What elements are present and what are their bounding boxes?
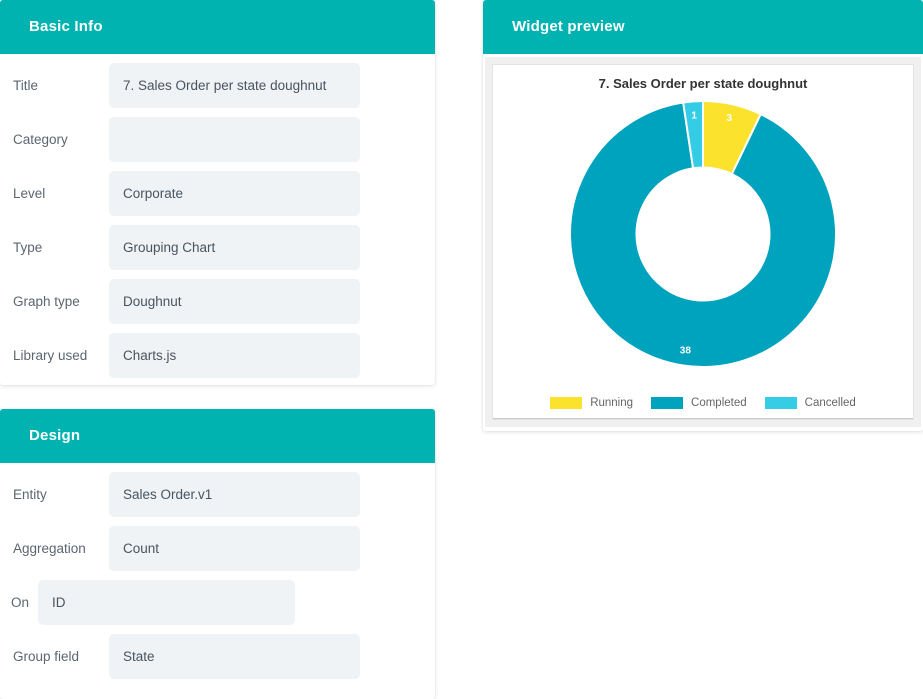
field-label-on: On	[11, 594, 30, 610]
category-input[interactable]	[109, 116, 360, 162]
field-label-entity: Entity	[13, 486, 47, 502]
legend-label: Completed	[691, 397, 747, 409]
field-row-title: Title 7. Sales Order per state doughnut	[0, 58, 435, 112]
legend-item-running[interactable]: Running	[550, 397, 633, 409]
library-used-input[interactable]: Charts.js	[109, 332, 360, 378]
legend-label: Running	[590, 397, 634, 409]
slice-value-label: 1	[691, 111, 697, 122]
graph-type-input[interactable]: Doughnut	[109, 278, 360, 324]
aggregation-input[interactable]: Count	[109, 525, 360, 571]
design-header: Design	[0, 409, 435, 463]
field-row-entity: Entity Sales Order.v1	[0, 467, 435, 521]
basic-info-panel: Basic Info Title 7. Sales Order per stat…	[0, 0, 435, 385]
level-input[interactable]: Corporate	[109, 170, 360, 216]
field-label-library-used: Library used	[13, 347, 88, 363]
field-label-level: Level	[13, 185, 46, 201]
type-input[interactable]: Grouping Chart	[109, 224, 360, 270]
field-label-category: Category	[13, 131, 68, 147]
slice-value-label: 3	[727, 113, 733, 124]
field-row-on: On ID	[0, 575, 435, 629]
group-field-input[interactable]: State	[109, 633, 360, 679]
field-row-aggregation: Aggregation Count	[0, 521, 435, 575]
field-row-group-field: Group field State	[0, 629, 435, 683]
chart-title: 7. Sales Order per state doughnut	[598, 76, 808, 91]
doughnut-svg: 3 38 1	[569, 99, 837, 367]
field-row-type: Type Grouping Chart	[0, 220, 435, 274]
field-label-graph-type: Graph type	[13, 293, 80, 309]
chart-plot-area: 3 38 1	[493, 97, 913, 367]
chart-legend: Running Completed Cancelled	[493, 397, 913, 409]
title-input[interactable]: 7. Sales Order per state doughnut	[109, 62, 360, 108]
field-row-category: Category	[0, 112, 435, 166]
widget-preview-panel: Widget preview 7. Sales Order per state …	[483, 0, 923, 431]
preview-frame: 7. Sales Order per state doughnut 3 38 1 R…	[485, 57, 921, 427]
basic-info-body: Title 7. Sales Order per state doughnut …	[0, 54, 435, 382]
field-label-aggregation: Aggregation	[13, 540, 86, 556]
legend-swatch-icon	[651, 397, 684, 409]
design-panel: Design Entity Sales Order.v1 Aggregation…	[0, 409, 435, 699]
field-row-level: Level Corporate	[0, 166, 435, 220]
legend-label: Cancelled	[804, 397, 856, 409]
doughnut-chart[interactable]: 7. Sales Order per state doughnut 3 38 1 R…	[492, 64, 914, 420]
field-label-title: Title	[13, 77, 39, 93]
widget-preview-header: Widget preview	[483, 0, 923, 54]
field-row-library-used: Library used Charts.js	[0, 328, 435, 382]
basic-info-header: Basic Info	[0, 0, 435, 54]
legend-item-completed[interactable]: Completed	[651, 397, 747, 409]
entity-input[interactable]: Sales Order.v1	[109, 471, 360, 517]
legend-swatch-icon	[764, 397, 797, 409]
field-row-graph-type: Graph type Doughnut	[0, 274, 435, 328]
legend-swatch-icon	[550, 397, 583, 409]
slice-value-label: 38	[680, 346, 692, 357]
design-body: Entity Sales Order.v1 Aggregation Count …	[0, 463, 435, 683]
on-input[interactable]: ID	[38, 579, 295, 625]
legend-item-cancelled[interactable]: Cancelled	[764, 397, 856, 409]
field-label-type: Type	[13, 239, 43, 255]
field-label-group-field: Group field	[13, 648, 80, 664]
